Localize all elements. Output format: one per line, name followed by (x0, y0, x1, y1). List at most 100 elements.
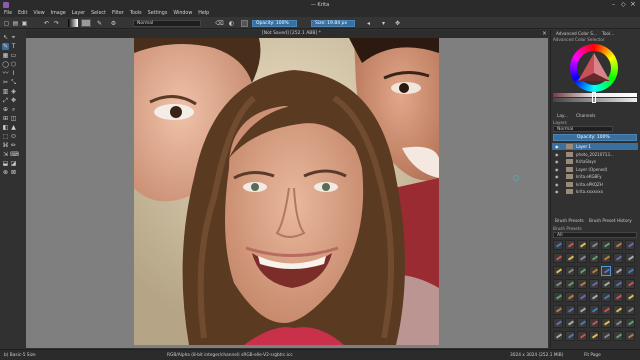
tab-advanced-color[interactable]: Advanced Color S... (556, 31, 597, 36)
tool-ellipse-select-icon[interactable]: ◫ (10, 115, 17, 122)
brush-preset-item[interactable] (601, 331, 611, 341)
brush-editor-icon[interactable]: ⚙ (110, 19, 117, 27)
brush-preset-item[interactable] (601, 253, 611, 263)
menu-layer[interactable]: Layer (72, 11, 85, 16)
tool-fill-bucket-icon[interactable]: ⬓ (2, 160, 9, 167)
brush-preset-item[interactable] (565, 279, 575, 289)
brush-preset-item[interactable] (625, 253, 635, 263)
brush-preset-item[interactable] (553, 279, 563, 289)
layer-row[interactable]: ◉ KritaSlays (552, 158, 638, 165)
menu-window[interactable]: Window (173, 11, 192, 16)
undo-icon[interactable]: ↶ (43, 19, 50, 27)
tool-fill-icon[interactable]: ▥ (2, 88, 9, 95)
brush-preset-item[interactable] (601, 305, 611, 315)
tool-polyline-icon[interactable]: 〰 (2, 70, 9, 77)
menu-select[interactable]: Select (91, 11, 106, 16)
visibility-eye-icon[interactable]: ◉ (555, 189, 559, 194)
tool-contig-select-icon[interactable]: ▲ (10, 124, 17, 131)
brush-preset-item[interactable] (565, 292, 575, 302)
brush-preset-item[interactable] (577, 292, 587, 302)
brush-preset-item[interactable] (577, 279, 587, 289)
mirror-horizontal-icon[interactable]: ◂ (365, 19, 372, 27)
layer-blend-select[interactable]: Normal (553, 126, 613, 132)
layer-row[interactable]: ◉ Layer (Opened) (552, 166, 638, 173)
tool-select-shapes-icon[interactable]: ↖ (2, 34, 9, 41)
brush-preset-item[interactable] (577, 318, 587, 328)
minimize-icon[interactable]: – (612, 1, 615, 8)
brush-preset-item[interactable] (613, 266, 623, 276)
tool-zoom-icon[interactable]: ⊕ (2, 106, 9, 113)
menu-image[interactable]: Image (51, 11, 66, 16)
size-slider[interactable]: Size: 19.84 px (311, 20, 355, 27)
brush-preset-item[interactable] (625, 292, 635, 302)
layer-row[interactable]: ◉ krita.ePKQZH (552, 181, 638, 188)
brush-preset-item[interactable] (613, 279, 623, 289)
brush-preset-item[interactable] (601, 292, 611, 302)
brush-preset-item[interactable] (601, 240, 611, 250)
brush-preset-item[interactable] (625, 240, 635, 250)
brush-preset-item[interactable] (613, 240, 623, 250)
menu-view[interactable]: View (33, 11, 44, 16)
brush-preset-item[interactable] (553, 292, 563, 302)
brush-preset-item[interactable] (589, 279, 599, 289)
menu-edit[interactable]: Edit (18, 11, 27, 16)
tool-rect-select-icon[interactable]: ⊞ (2, 115, 9, 122)
tool-move-icon[interactable]: ✥ (10, 97, 17, 104)
brush-preset-item[interactable] (613, 253, 623, 263)
tool-reference-icon[interactable]: ⇲ (2, 151, 9, 158)
maximize-icon[interactable]: ◇ (621, 1, 626, 8)
tool-measure-icon[interactable]: ⤢ (2, 97, 9, 104)
brush-preset-item[interactable] (565, 331, 575, 341)
tool-edit-shapes-icon[interactable]: ⌖ (10, 34, 17, 41)
tool-similar-select-icon[interactable]: ⬚ (2, 133, 9, 140)
brush-preset-item[interactable] (565, 240, 575, 250)
close-icon[interactable]: × (630, 0, 636, 8)
brush-preset-item[interactable] (625, 266, 635, 276)
preserve-alpha-icon[interactable]: ◐ (228, 19, 235, 27)
brush-preset-icon[interactable]: ✎ (96, 19, 103, 27)
tab-brush-presets[interactable]: Brush Presets (555, 218, 584, 223)
brush-preset-item[interactable] (577, 240, 587, 250)
close-tab-icon[interactable]: × (542, 30, 547, 37)
open-document-icon[interactable]: ▤ (12, 19, 19, 27)
brush-preset-item[interactable] (553, 305, 563, 315)
tool-color-picker-icon[interactable]: ◪ (10, 160, 17, 167)
brush-preset-item[interactable] (589, 292, 599, 302)
brush-preset-item[interactable] (577, 266, 587, 276)
brush-preset-item[interactable] (589, 331, 599, 341)
visibility-eye-icon[interactable]: ◉ (555, 152, 559, 157)
layer-row[interactable]: ◉ Layer 1 (552, 143, 638, 150)
brush-preset-item[interactable] (625, 318, 635, 328)
layer-row[interactable]: ◉ krita.xxxxxxx (552, 188, 638, 195)
tool-freehand-brush-icon[interactable]: ✎ (2, 43, 9, 50)
tab-channels[interactable]: Channels (576, 113, 595, 118)
layer-opacity-slider[interactable]: Opacity: 100% (553, 134, 637, 141)
tab-layers[interactable]: Lay... (557, 113, 568, 118)
tool-colorize-mask-icon[interactable]: ◈ (10, 88, 17, 95)
brush-preset-item[interactable] (565, 305, 575, 315)
tool-pattern-icon[interactable]: ⊠ (10, 169, 17, 176)
visibility-eye-icon[interactable]: ◉ (555, 144, 559, 149)
brush-preset-item[interactable] (613, 305, 623, 315)
menu-settings[interactable]: Settings (148, 11, 168, 16)
brush-preset-item[interactable] (553, 240, 563, 250)
blend-mode-select[interactable]: Normal (133, 20, 201, 27)
visibility-eye-icon[interactable]: ◉ (555, 167, 559, 172)
brush-preset-item[interactable] (565, 318, 575, 328)
zoom-mode[interactable]: Fit Page (584, 353, 601, 358)
menu-file[interactable]: File (4, 11, 12, 16)
brush-preset-item[interactable] (613, 318, 623, 328)
save-document-icon[interactable]: ▣ (21, 19, 28, 27)
brush-preset-item[interactable] (553, 253, 563, 263)
lock-alpha-icon[interactable] (241, 20, 248, 27)
color-wheel[interactable] (570, 44, 618, 92)
brush-preset-item[interactable] (625, 305, 635, 315)
brush-preset-item[interactable] (577, 331, 587, 341)
erase-mode-icon[interactable]: ⌫ (215, 19, 223, 27)
tool-text-icon[interactable]: T (10, 43, 17, 50)
brush-preset-item[interactable] (601, 279, 611, 289)
brush-preset-item[interactable] (601, 266, 611, 276)
brush-preset-item[interactable] (625, 331, 635, 341)
brush-preset-item[interactable] (589, 253, 599, 263)
tool-gradient-icon[interactable]: ▦ (2, 52, 9, 59)
